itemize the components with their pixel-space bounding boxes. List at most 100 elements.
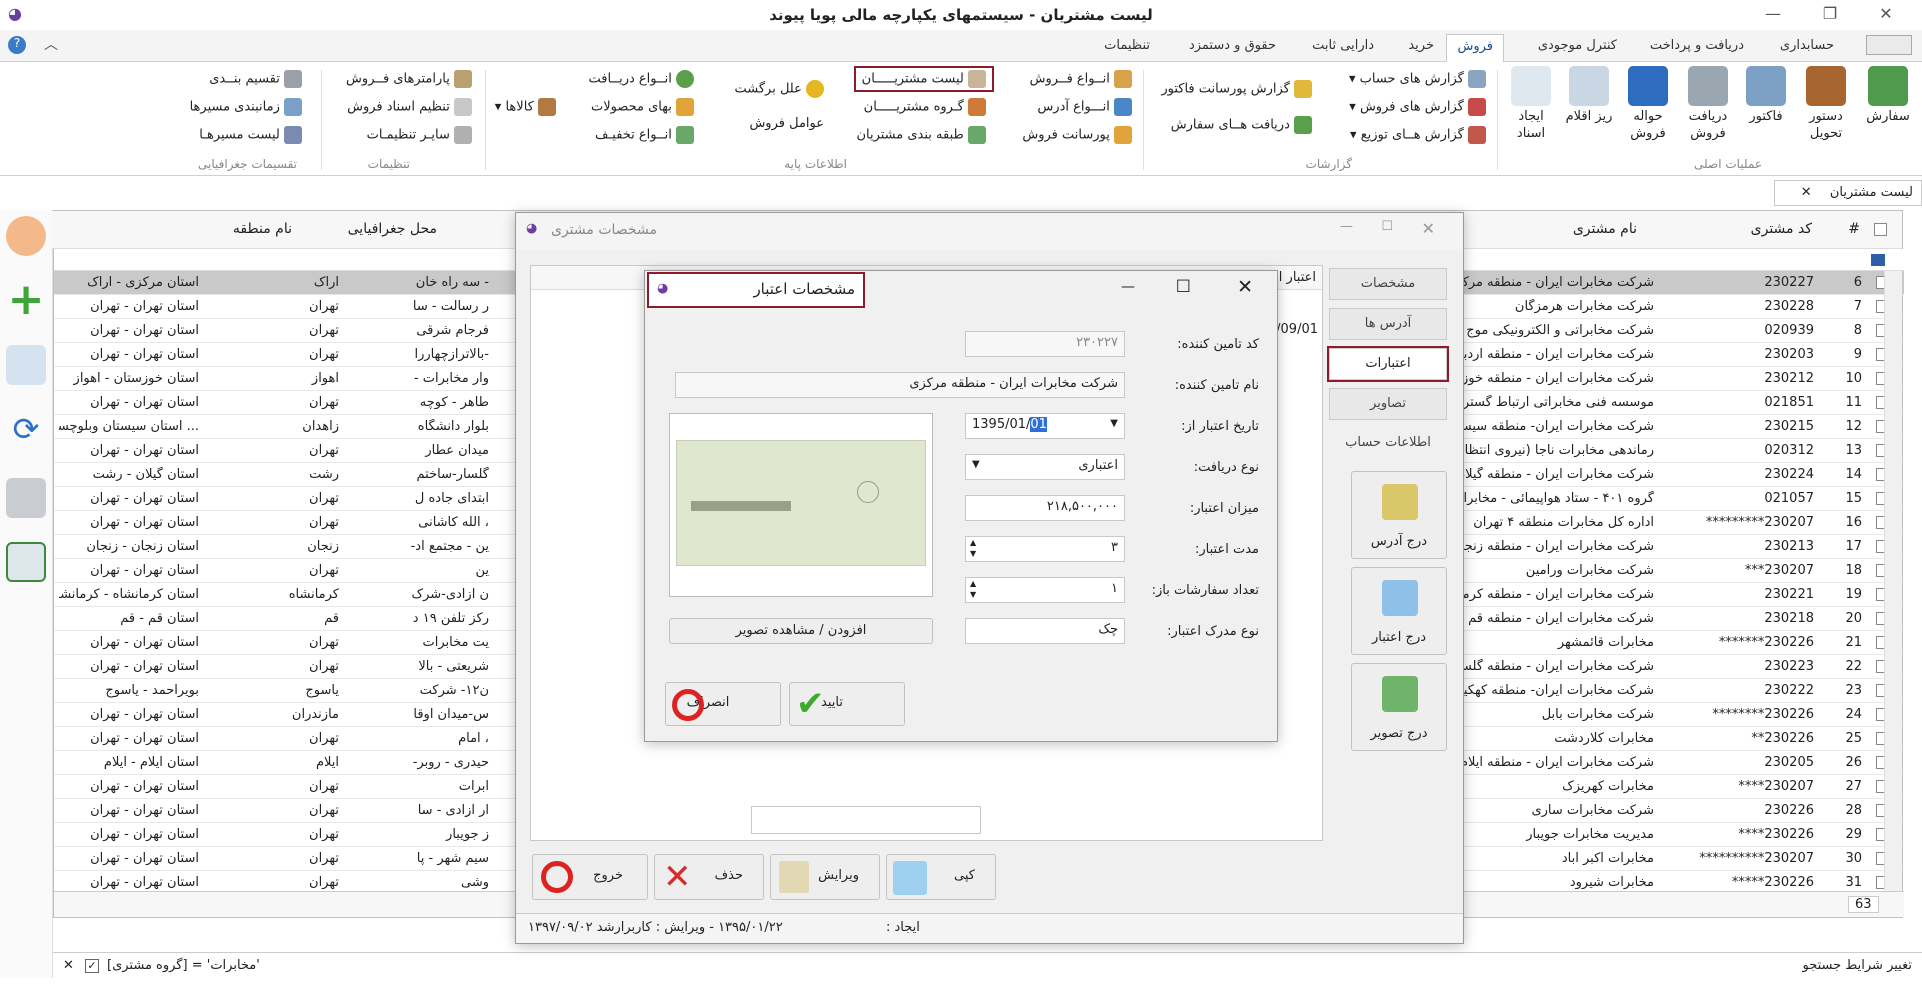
swap-icon[interactable]	[6, 216, 46, 256]
minimize-icon[interactable]: —	[1758, 4, 1788, 23]
excel-export-icon[interactable]	[6, 542, 46, 582]
customer-classification-button[interactable]: طبقه بندی مشتریان	[856, 126, 986, 144]
col-region[interactable]: نام منطقه	[162, 211, 292, 249]
minimize-icon[interactable]: —	[1340, 219, 1353, 234]
cell-place: تهران	[309, 563, 339, 578]
edit-icon[interactable]	[6, 345, 46, 385]
collapse-ribbon-icon[interactable]: ︿	[44, 34, 58, 54]
credit-details-dialog: ◕ مشخصات اعتبار — ☐ ✕ کد تامین کننده: ۲۳…	[644, 270, 1278, 742]
add-view-image-button[interactable]: افزودن / مشاهده تصویر	[669, 618, 933, 644]
sales-commission-button[interactable]: پورسانت فروش	[1022, 126, 1132, 144]
close-tab-icon[interactable]: ✕	[1801, 185, 1812, 200]
delivery-order-button[interactable]: دستور تحویل	[1798, 66, 1854, 142]
vtab-addresses[interactable]: آدرس ها	[1329, 308, 1447, 340]
maximize-icon[interactable]: ☐	[1381, 219, 1393, 234]
copy-button[interactable]: کپی	[886, 854, 996, 900]
spin-icon[interactable]: ▲ ▼	[970, 537, 976, 559]
address-types-button[interactable]: انـــواع آدرس	[1037, 98, 1132, 116]
exit-button[interactable]: خروج	[532, 854, 648, 900]
dropdown-arrow-icon[interactable]: ▼	[1110, 418, 1118, 429]
cancel-button[interactable]: انصراف	[665, 682, 781, 726]
vtab-images[interactable]: تصاویر	[1329, 388, 1447, 420]
goods-button[interactable]: کالاها ▾	[495, 98, 556, 116]
refresh-icon[interactable]: ⟳	[6, 410, 46, 450]
dropdown-arrow-icon[interactable]: ▼	[972, 459, 980, 470]
print-icon[interactable]	[6, 478, 46, 518]
customer-groups-button[interactable]: گـروه مشتریـــــان	[864, 98, 986, 116]
other-settings-button[interactable]: سایـر تنظیمـات	[367, 126, 472, 144]
order-receipts-button[interactable]: دریافت هــای سفارش	[1171, 116, 1312, 134]
sales-types-button[interactable]: انــواع فــروش	[1030, 70, 1132, 88]
filter-enabled-checkbox[interactable]: ✓	[85, 959, 99, 973]
tab-settings[interactable]: تنظیمات	[1104, 38, 1150, 53]
tab-purchase[interactable]: خرید	[1408, 38, 1434, 53]
tab-sales[interactable]: فروش	[1446, 34, 1504, 63]
col-place[interactable]: محل جغرافیایی	[307, 211, 437, 249]
vtab-credits[interactable]: اعتبارات	[1327, 346, 1449, 382]
return-reasons-button[interactable]: علل برگشت	[734, 80, 824, 98]
create-documents-button[interactable]: ایجاد اسناد	[1506, 66, 1556, 142]
select-all-checkbox[interactable]	[1874, 223, 1887, 236]
credit-from-label: تاریخ اعتبار از:	[1181, 419, 1259, 434]
edit-button[interactable]: ویرایش	[770, 854, 880, 900]
close-icon[interactable]: ✕	[1237, 276, 1253, 298]
sales-agents-button[interactable]: عوامل فروش	[749, 116, 824, 131]
delete-button[interactable]: ✕ حذف	[654, 854, 764, 900]
sales-receipt-button[interactable]: دریافت فروش	[1682, 66, 1734, 142]
distribution-reports-button[interactable]: گزارش هــای توزیع ▾	[1350, 126, 1486, 144]
vertical-scrollbar[interactable]	[1884, 271, 1902, 891]
receive-types-button[interactable]: انــواع دریــافت	[589, 70, 694, 88]
tab-fixed-assets[interactable]: دارایی ثابت	[1312, 38, 1374, 53]
credit-amount-field[interactable]: ۲۱۸,۵۰۰,۰۰۰	[965, 495, 1125, 521]
close-icon[interactable]: ✕	[1871, 4, 1901, 23]
open-orders-stepper[interactable]: ۱ ▲ ▼	[965, 577, 1125, 603]
help-icon[interactable]: ?	[8, 36, 26, 54]
cell-n: 29	[1845, 827, 1862, 842]
insert-image-button[interactable]: درج تصویر	[1351, 663, 1447, 751]
minimize-icon[interactable]: —	[1121, 279, 1135, 295]
account-reports-button[interactable]: گزارش های حساب ▾	[1349, 70, 1486, 88]
col-code[interactable]: کد مشتری	[1722, 211, 1812, 249]
discount-types-button[interactable]: انــواع تخفیـف	[595, 126, 694, 144]
doc-tab-customer-list[interactable]: لیست مشتریان ✕	[1774, 180, 1922, 206]
vtab-details[interactable]: مشخصات	[1329, 268, 1447, 300]
layout-icon[interactable]	[1866, 35, 1912, 55]
tab-inventory[interactable]: کنترل موجودی	[1538, 38, 1617, 53]
vtab-account-info[interactable]: اطلاعات حساب	[1329, 428, 1447, 460]
insert-credit-button[interactable]: درج اعتبار	[1351, 567, 1447, 655]
commission-report-button[interactable]: گزارش پورسانت فاکتور	[1161, 80, 1312, 98]
receive-type-select[interactable]: اعتباری ▼	[965, 454, 1125, 480]
invoice-button[interactable]: فاکتور	[1742, 66, 1790, 125]
col-credit-from[interactable]: اعتبار از	[1273, 270, 1316, 285]
sales-remittance-button[interactable]: حواله فروش	[1622, 66, 1674, 142]
col-name[interactable]: نام مشتری	[1537, 211, 1637, 249]
col-num[interactable]: #	[1840, 211, 1860, 249]
product-prices-button[interactable]: بهای محصولات	[591, 98, 694, 116]
item-details-button[interactable]: ریز اقلام	[1564, 66, 1614, 125]
spin-icon[interactable]: ▲ ▼	[970, 578, 976, 600]
doc-type-field[interactable]: چک	[965, 618, 1125, 644]
tab-accounting[interactable]: حسابداری	[1780, 38, 1834, 53]
route-schedule-button[interactable]: زمانبندی مسیرها	[190, 98, 302, 116]
order-button[interactable]: سفارش	[1864, 66, 1912, 125]
close-icon[interactable]: ✕	[1422, 219, 1435, 238]
clear-filter-icon[interactable]: ✕	[63, 958, 74, 973]
sales-reports-button[interactable]: گزارش های فروش ▾	[1349, 98, 1486, 116]
tab-receive-pay[interactable]: دریافت و پرداخت	[1650, 38, 1744, 53]
confirm-button[interactable]: ✔ تایید	[789, 682, 905, 726]
credit-from-field[interactable]: 1395/01/01 ▼	[965, 413, 1125, 439]
sales-params-button[interactable]: پارامترهای فــروش	[346, 70, 472, 88]
customer-list-button[interactable]: لیست مشتریـــــان	[853, 66, 995, 92]
schedule-icon	[284, 98, 302, 116]
maximize-icon[interactable]: ☐	[1176, 277, 1191, 297]
restore-icon[interactable]: ❐	[1815, 4, 1845, 23]
tab-payroll[interactable]: حقوق و دستمزد	[1189, 38, 1276, 53]
cell-addr: ین	[475, 563, 489, 578]
route-list-button[interactable]: لیست مسیرهـا	[199, 126, 302, 144]
sales-docs-settings-button[interactable]: تنظیم اسناد فروش	[347, 98, 472, 116]
insert-address-button[interactable]: درج آدرس	[1351, 471, 1447, 559]
change-search-conditions[interactable]: تغییر شرایط جستجو	[1803, 958, 1912, 973]
division-button[interactable]: تقسیم بنــدی	[209, 70, 302, 88]
credit-duration-stepper[interactable]: ۳ ▲ ▼	[965, 536, 1125, 562]
add-icon[interactable]: +	[6, 278, 46, 322]
